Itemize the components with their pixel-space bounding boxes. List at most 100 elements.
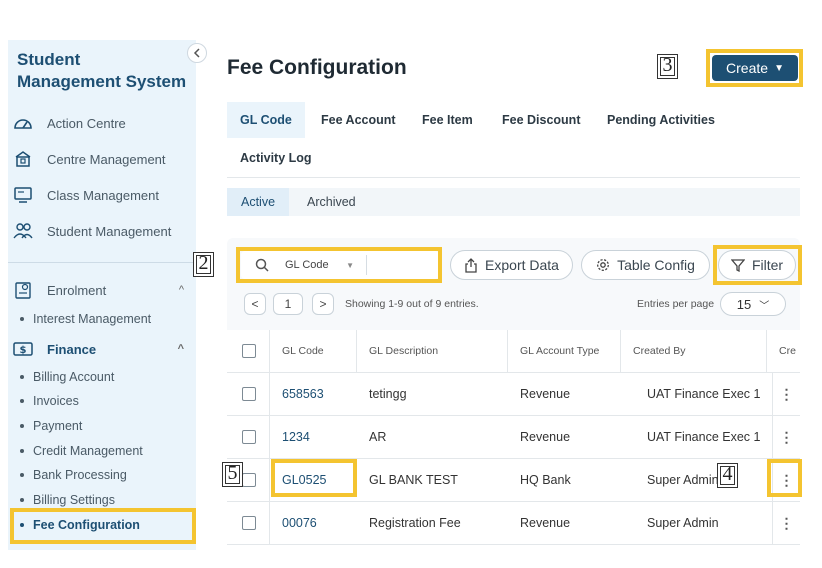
prev-page-button[interactable]: < [244, 293, 266, 315]
highlight-gl-code-link [271, 459, 357, 497]
users-icon [12, 221, 34, 241]
step-marker-5: 5 [222, 462, 243, 487]
column-separator [269, 502, 270, 544]
gl-account-type-cell: Revenue [520, 430, 571, 444]
upload-icon [464, 257, 478, 273]
tab-gl-code[interactable]: GL Code [227, 102, 305, 138]
sidebar-subitem-bank-processing[interactable]: Bank Processing [20, 468, 127, 482]
export-data-label: Export Data [485, 257, 559, 273]
gear-icon [596, 258, 610, 272]
bullet-icon [20, 449, 24, 453]
gl-code-link[interactable]: 1234 [282, 416, 310, 458]
next-page-button[interactable]: > [312, 293, 334, 315]
entries-per-page-label: Entries per page [637, 298, 715, 310]
column-header-created-by[interactable]: Created By [633, 330, 686, 372]
sidebar-item-label: Finance [47, 341, 97, 357]
row-checkbox[interactable] [242, 516, 256, 530]
step-marker-4: 4 [717, 463, 738, 488]
row-checkbox-cell [242, 416, 256, 458]
svg-text:$: $ [20, 345, 27, 356]
gauge-icon [12, 113, 34, 133]
tab-fee-account[interactable]: Fee Account [308, 102, 409, 138]
export-data-button[interactable]: Export Data [450, 250, 573, 280]
column-header-gl-description[interactable]: GL Description [369, 330, 438, 372]
status-tabs: Active Archived [227, 188, 800, 216]
column-separator [269, 459, 270, 501]
row-checkbox[interactable] [242, 430, 256, 444]
column-header-gl-account-type[interactable]: GL Account Type [520, 330, 599, 372]
sidebar-subitem-billing-account[interactable]: Billing Account [20, 370, 114, 384]
sidebar-subitem-credit-management[interactable]: Credit Management [20, 444, 143, 458]
building-icon [12, 149, 34, 169]
gl-description-cell: Registration Fee [369, 516, 461, 530]
step-marker-3: 3 [657, 54, 678, 79]
sidebar-subitem-label: Invoices [33, 394, 79, 408]
sidebar-collapse-button[interactable] [187, 43, 207, 63]
tab-bar: GL Code Fee Account Fee Item Fee Discoun… [227, 100, 800, 178]
sidebar-item-finance[interactable]: $ Finance ^ [12, 337, 184, 361]
sidebar-item-centre-management[interactable]: Centre Management [12, 147, 192, 171]
table-row[interactable]: 658563 tetingg Revenue UAT Finance Exec … [227, 373, 800, 416]
sidebar-subitem-payment[interactable]: Payment [20, 419, 82, 433]
table-row[interactable]: 00076 Registration Fee Revenue Super Adm… [227, 502, 800, 545]
gl-description-cell: tetingg [369, 387, 407, 401]
bullet-icon [20, 317, 24, 321]
more-options-icon[interactable]: ⋮ [773, 373, 800, 415]
sidebar-subitem-label: Bank Processing [33, 468, 127, 482]
select-all-checkbox[interactable] [242, 344, 256, 358]
chevron-up-icon[interactable]: ^ [179, 284, 184, 296]
highlight-more-options [767, 459, 802, 497]
created-by-cell: Super Admin [647, 516, 719, 530]
more-options-icon[interactable]: ⋮ [773, 416, 800, 458]
select-all-cell [242, 330, 256, 372]
tab-activity-log[interactable]: Activity Log [227, 140, 325, 176]
gl-code-link[interactable]: 00076 [282, 502, 317, 544]
table-row[interactable]: 1234 AR Revenue UAT Finance Exec 1 ⋮ [227, 416, 800, 459]
tab-fee-item[interactable]: Fee Item [409, 102, 486, 138]
sidebar: Student Management System Action Centre … [8, 40, 196, 550]
sidebar-item-label: Class Management [47, 187, 159, 203]
bullet-icon [20, 498, 24, 502]
sidebar-item-label: Centre Management [47, 151, 166, 167]
table-config-label: Table Config [617, 257, 695, 273]
gl-code-link[interactable]: 658563 [282, 373, 324, 415]
chevron-up-icon[interactable]: ^ [178, 343, 184, 355]
step-marker-2: 2 [193, 252, 214, 277]
sidebar-subitem-label: Billing Settings [33, 493, 115, 507]
bullet-icon [20, 473, 24, 477]
sidebar-subitem-billing-settings[interactable]: Billing Settings [20, 493, 115, 507]
sidebar-subitem-interest-management[interactable]: Interest Management [20, 312, 151, 326]
gl-description-cell: GL BANK TEST [369, 473, 458, 487]
row-checkbox[interactable] [242, 387, 256, 401]
classroom-icon [12, 185, 34, 205]
gl-account-type-cell: Revenue [520, 516, 571, 530]
tab-pending-activities[interactable]: Pending Activities [594, 102, 728, 138]
column-separator [766, 330, 767, 372]
sidebar-item-student-management[interactable]: Student Management [12, 219, 192, 243]
sidebar-item-label: Student Management [47, 223, 172, 239]
column-header-gl-code[interactable]: GL Code [282, 330, 324, 372]
bullet-icon [20, 399, 24, 403]
gl-account-type-cell: Revenue [520, 387, 571, 401]
sidebar-subitem-label: Billing Account [33, 370, 115, 384]
sidebar-item-enrolment[interactable]: Enrolment ^ [12, 278, 184, 302]
sidebar-item-class-management[interactable]: Class Management [12, 183, 192, 207]
sidebar-divider [8, 262, 196, 263]
tab-archived[interactable]: Archived [293, 188, 370, 216]
column-separator [507, 330, 508, 372]
highlight-search [236, 247, 442, 283]
sidebar-item-label: Enrolment [47, 282, 107, 298]
table-config-button[interactable]: Table Config [581, 250, 710, 280]
sidebar-subitem-invoices[interactable]: Invoices [20, 394, 79, 408]
row-checkbox[interactable] [242, 473, 256, 487]
more-options-icon[interactable]: ⋮ [773, 502, 800, 544]
tab-fee-discount[interactable]: Fee Discount [489, 102, 594, 138]
sidebar-item-action-centre[interactable]: Action Centre [12, 111, 192, 135]
page-number-input[interactable]: 1 [273, 293, 303, 315]
table-header-row: GL Code GL Description GL Account Type C… [227, 330, 800, 373]
tab-active[interactable]: Active [227, 188, 290, 216]
column-header-created-date[interactable]: Cre [779, 330, 800, 372]
entries-per-page-select[interactable]: 15 ﹀ [720, 292, 786, 316]
dollar-icon: $ [12, 339, 34, 359]
sidebar-subitem-label: Credit Management [33, 444, 143, 458]
